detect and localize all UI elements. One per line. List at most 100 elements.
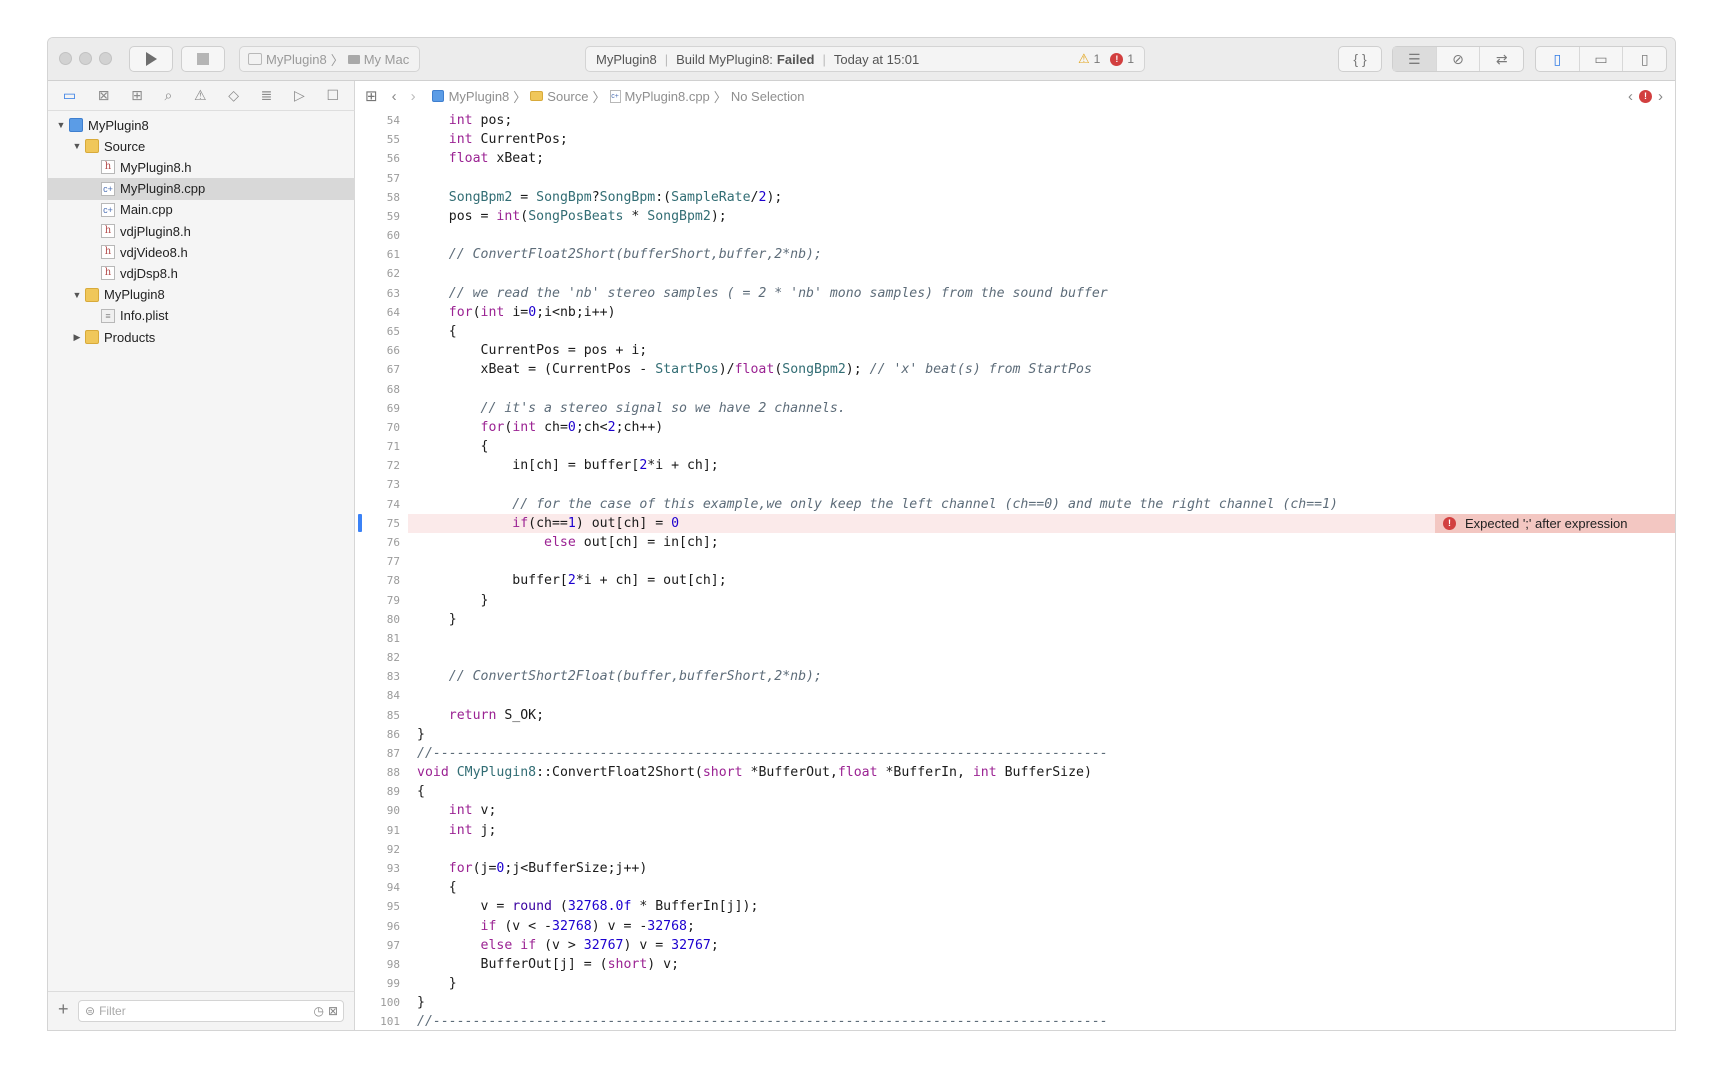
add-icon[interactable]: + bbox=[58, 999, 69, 1020]
forward-icon[interactable]: › bbox=[411, 88, 416, 105]
line-number[interactable]: 90 bbox=[355, 801, 400, 820]
line-number[interactable]: 72 bbox=[355, 456, 400, 475]
code-line[interactable]: } bbox=[417, 610, 457, 629]
activity-viewer[interactable]: MyPlugin8 | Build MyPlugin8: Failed | To… bbox=[585, 46, 1145, 72]
line-number[interactable]: 69 bbox=[355, 399, 400, 418]
code-line[interactable]: //--------------------------------------… bbox=[417, 744, 1108, 763]
line-number[interactable]: 74 bbox=[355, 495, 400, 514]
navigator-item[interactable]: ▶ Products bbox=[48, 326, 378, 348]
line-number[interactable]: 101 bbox=[355, 1012, 400, 1030]
code-line[interactable]: void CMyPlugin8::ConvertFloat2Short(shor… bbox=[417, 763, 1092, 782]
code-line[interactable]: { bbox=[417, 437, 489, 456]
line-number[interactable]: 92 bbox=[355, 840, 400, 859]
line-number[interactable]: 65 bbox=[355, 322, 400, 341]
line-number-gutter[interactable]: 54 55 56 57 58 59 60 61 62 63 64 65 66 67 68 69 70 71 72 73… bbox=[355, 111, 400, 1030]
next-issue-icon[interactable]: › bbox=[1658, 88, 1663, 105]
navigator-item[interactable]: ▼ MyPlugin8 bbox=[48, 284, 378, 306]
code-line[interactable]: { bbox=[417, 878, 457, 897]
code-line[interactable]: } bbox=[417, 725, 425, 744]
panel-visibility-control[interactable]: ▯ ▭ ▯ bbox=[1535, 46, 1667, 72]
report-navigator-icon[interactable]: ☐ bbox=[326, 87, 339, 104]
code-line[interactable]: if(ch==1) out[ch] = 0 bbox=[417, 514, 679, 533]
line-number[interactable]: 55 bbox=[355, 130, 400, 149]
jumpbar-selection[interactable]: No Selection bbox=[731, 89, 805, 104]
editor-mode-control[interactable]: ☰ ⊘ ⇄ bbox=[1392, 46, 1524, 72]
recent-files-icon[interactable]: ◷ bbox=[313, 1004, 323, 1018]
code-line[interactable]: // for the case of this example,we only … bbox=[417, 495, 1338, 514]
code-line[interactable]: // ConvertFloat2Short(bufferShort,buffer… bbox=[417, 245, 822, 264]
back-icon[interactable]: ‹ bbox=[392, 88, 397, 105]
source-editor[interactable]: 54 55 56 57 58 59 60 61 62 63 64 65 66 67 68 69 70 71 72 73… bbox=[355, 111, 1675, 1030]
line-number[interactable]: 80 bbox=[355, 610, 400, 629]
line-number[interactable]: 85 bbox=[355, 706, 400, 725]
code-line[interactable]: float xBeat; bbox=[417, 149, 544, 168]
standard-editor-icon[interactable]: ☰ bbox=[1393, 47, 1437, 71]
jumpbar-folder[interactable]: Source bbox=[547, 89, 588, 104]
code-line[interactable]: CurrentPos = pos + i; bbox=[417, 341, 648, 360]
project-navigator-icon[interactable]: ▭ bbox=[63, 87, 76, 104]
jumpbar-project[interactable]: MyPlugin8 bbox=[449, 89, 510, 104]
navigator-item[interactable]: h vdjPlugin8.h bbox=[48, 220, 394, 242]
navigator-item[interactable]: ▼ MyPlugin8 bbox=[48, 114, 362, 136]
navigator-item[interactable]: c+ Main.cpp bbox=[48, 199, 394, 221]
code-line[interactable]: xBeat = (CurrentPos - StartPos)/float(So… bbox=[417, 360, 1092, 379]
close-window-button[interactable] bbox=[59, 52, 72, 65]
line-number[interactable]: 71 bbox=[355, 437, 400, 456]
navigator-item[interactable]: h vdjVideo8.h bbox=[48, 241, 394, 263]
code-line[interactable]: int pos; bbox=[417, 111, 513, 130]
line-number[interactable]: 100 bbox=[355, 993, 400, 1012]
code-line[interactable]: buffer[2*i + ch] = out[ch]; bbox=[417, 571, 726, 590]
code-line[interactable]: else if (v > 32767) v = 32767; bbox=[417, 936, 719, 955]
minimize-window-button[interactable] bbox=[79, 52, 92, 65]
line-number[interactable]: 81 bbox=[355, 629, 400, 648]
code-line[interactable]: } bbox=[417, 974, 457, 993]
inspector-panel-icon[interactable]: ▯ bbox=[1623, 47, 1666, 71]
assistant-editor-icon[interactable]: ⊘ bbox=[1437, 47, 1481, 71]
scheme-selector[interactable]: MyPlugin8 〉 My Mac bbox=[239, 46, 420, 72]
issue-counts[interactable]: ⚠ 1 ! 1 bbox=[1078, 51, 1144, 67]
line-number[interactable]: 98 bbox=[355, 955, 400, 974]
code-line[interactable]: in[ch] = buffer[2*i + ch]; bbox=[417, 456, 718, 475]
previous-issue-icon[interactable]: ‹ bbox=[1628, 88, 1633, 105]
line-number[interactable]: 99 bbox=[355, 974, 400, 993]
code-line[interactable]: BufferOut[j] = (short) v; bbox=[417, 955, 680, 974]
line-number[interactable]: 75 bbox=[355, 514, 400, 533]
line-number[interactable]: 57 bbox=[355, 169, 400, 188]
code-line[interactable]: if (v < -32768) v = -32768; bbox=[417, 917, 695, 936]
line-number[interactable]: 87 bbox=[355, 744, 400, 763]
code-line[interactable]: return S_OK; bbox=[417, 706, 544, 725]
code-line[interactable]: int v; bbox=[417, 801, 497, 820]
line-number[interactable]: 76 bbox=[355, 533, 400, 552]
code-line[interactable]: int CurrentPos; bbox=[417, 130, 568, 149]
line-number[interactable]: 77 bbox=[355, 552, 400, 571]
line-number[interactable]: 68 bbox=[355, 380, 400, 399]
code-line[interactable]: // we read the 'nb' stereo samples ( = 2… bbox=[417, 284, 1108, 303]
error-annotation[interactable]: ! Expected ';' after expression bbox=[1435, 513, 1675, 533]
line-number[interactable]: 66 bbox=[355, 341, 400, 360]
line-number[interactable]: 54 bbox=[355, 111, 400, 130]
stop-button[interactable] bbox=[181, 46, 225, 72]
line-number[interactable]: 59 bbox=[355, 207, 400, 226]
code-line[interactable]: //--------------------------------------… bbox=[417, 1012, 1108, 1030]
line-number[interactable]: 84 bbox=[355, 686, 400, 705]
navigator-panel-icon[interactable]: ▯ bbox=[1536, 47, 1580, 71]
code-line[interactable]: SongBpm2 = SongBpm?SongBpm:(SampleRate/2… bbox=[417, 188, 783, 207]
line-number[interactable]: 82 bbox=[355, 648, 400, 667]
line-number[interactable]: 93 bbox=[355, 859, 400, 878]
line-number[interactable]: 62 bbox=[355, 264, 400, 283]
zoom-window-button[interactable] bbox=[99, 52, 112, 65]
find-navigator-icon[interactable]: ⌕ bbox=[165, 87, 173, 104]
line-number[interactable]: 63 bbox=[355, 284, 400, 303]
breakpoint-navigator-icon[interactable]: ▷ bbox=[294, 87, 305, 104]
code-line[interactable]: else out[ch] = in[ch]; bbox=[417, 533, 719, 552]
code-line[interactable]: // it's a stereo signal so we have 2 cha… bbox=[417, 399, 846, 418]
line-number[interactable]: 96 bbox=[355, 917, 400, 936]
line-number[interactable]: 89 bbox=[355, 782, 400, 801]
issue-navigator-icon[interactable]: ⚠ bbox=[194, 87, 207, 104]
disclosure-open-icon[interactable]: ▼ bbox=[72, 141, 82, 151]
debug-panel-icon[interactable]: ▭ bbox=[1580, 47, 1624, 71]
disclosure-closed-icon[interactable]: ▶ bbox=[72, 332, 82, 343]
code-line[interactable]: for(int ch=0;ch<2;ch++) bbox=[417, 418, 664, 437]
code-line[interactable]: int j; bbox=[417, 821, 497, 840]
code-line[interactable]: for(int i=0;i<nb;i++) bbox=[417, 303, 616, 322]
